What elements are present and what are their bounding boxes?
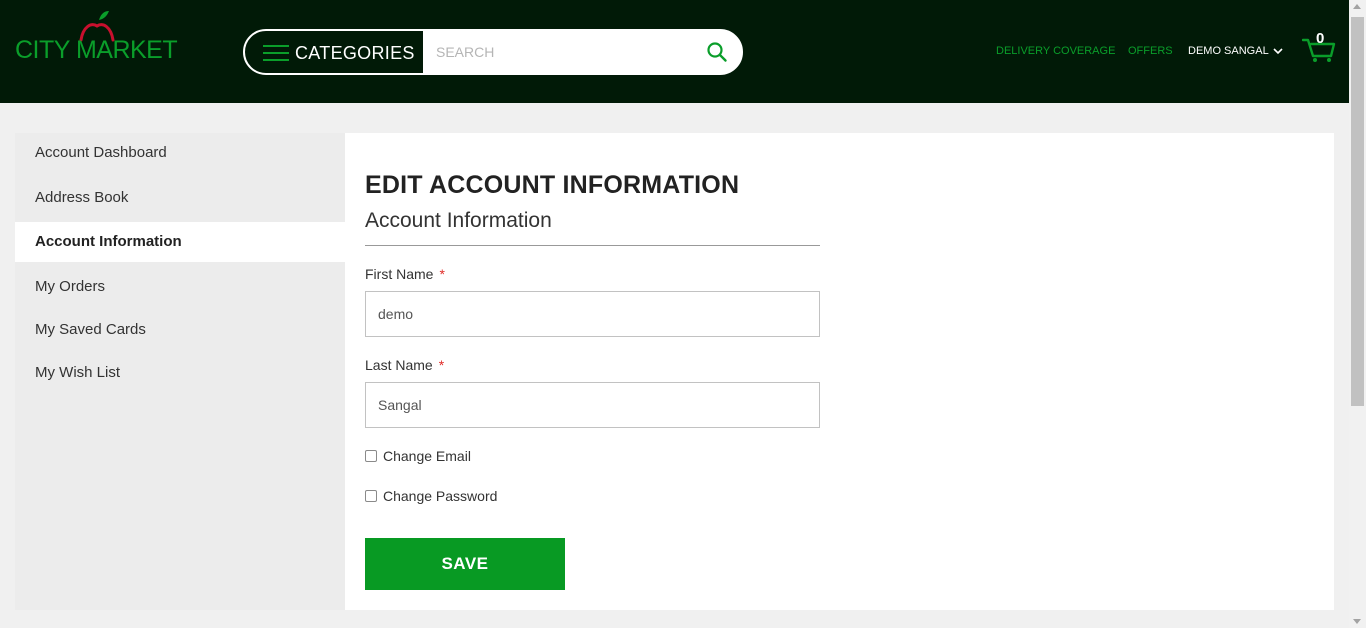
logo[interactable]: CITY MARKET [15,10,178,66]
scrollbar-thumb[interactable] [1351,17,1364,406]
sidebar-item-my-orders[interactable]: My Orders [15,267,345,307]
user-menu[interactable]: DEMO SANGAL [1188,45,1283,57]
page-scrollbar[interactable] [1349,0,1366,628]
scroll-up-arrow-icon[interactable] [1353,4,1361,9]
page-title: EDIT ACCOUNT INFORMATION [365,171,740,199]
scroll-down-arrow-icon[interactable] [1353,619,1361,624]
chevron-down-icon [1273,48,1283,55]
delivery-coverage-link[interactable]: DELIVERY COVERAGE [996,45,1115,57]
sidebar-item-my-wish-list[interactable]: My Wish List [15,353,345,393]
section-divider [365,245,820,246]
sidebar-item-address-book[interactable]: Address Book [15,178,345,218]
logo-text: CITY MARKET [15,36,178,64]
hamburger-icon [263,45,289,61]
sidebar-item-my-saved-cards[interactable]: My Saved Cards [15,310,345,350]
change-password-label: Change Password [383,488,498,504]
user-name: DEMO SANGAL [1188,45,1269,57]
last-name-field[interactable] [365,382,820,428]
sidebar-item-account-dashboard[interactable]: Account Dashboard [15,133,345,173]
search-bar: CATEGORIES [243,29,743,75]
categories-label: CATEGORIES [295,43,415,63]
change-email-label: Change Email [383,448,471,464]
change-email-option[interactable]: Change Email [365,448,471,464]
search-icon[interactable] [706,41,728,63]
first-name-field[interactable] [365,291,820,337]
change-password-option[interactable]: Change Password [365,488,497,504]
change-password-checkbox[interactable] [365,490,377,502]
offers-link[interactable]: OFFERS [1128,45,1173,57]
account-sidebar: Account Dashboard Address Book Account I… [15,133,345,610]
cart-count-badge: 0 [1316,30,1325,47]
site-header: CITY MARKET CATEGORIES DELIVERY COVERAGE… [0,0,1349,103]
search-input[interactable] [426,30,696,74]
save-button[interactable]: SAVE [365,538,565,590]
section-title: Account Information [365,209,552,232]
main-content: EDIT ACCOUNT INFORMATION Account Informa… [345,133,1334,610]
change-email-checkbox[interactable] [365,450,377,462]
sidebar-item-account-information[interactable]: Account Information [15,222,345,262]
required-asterisk: * [438,357,445,373]
categories-button[interactable]: CATEGORIES [244,30,424,74]
last-name-label: Last Name * [365,357,445,373]
required-asterisk: * [439,266,445,282]
first-name-label: First Name * [365,266,445,282]
